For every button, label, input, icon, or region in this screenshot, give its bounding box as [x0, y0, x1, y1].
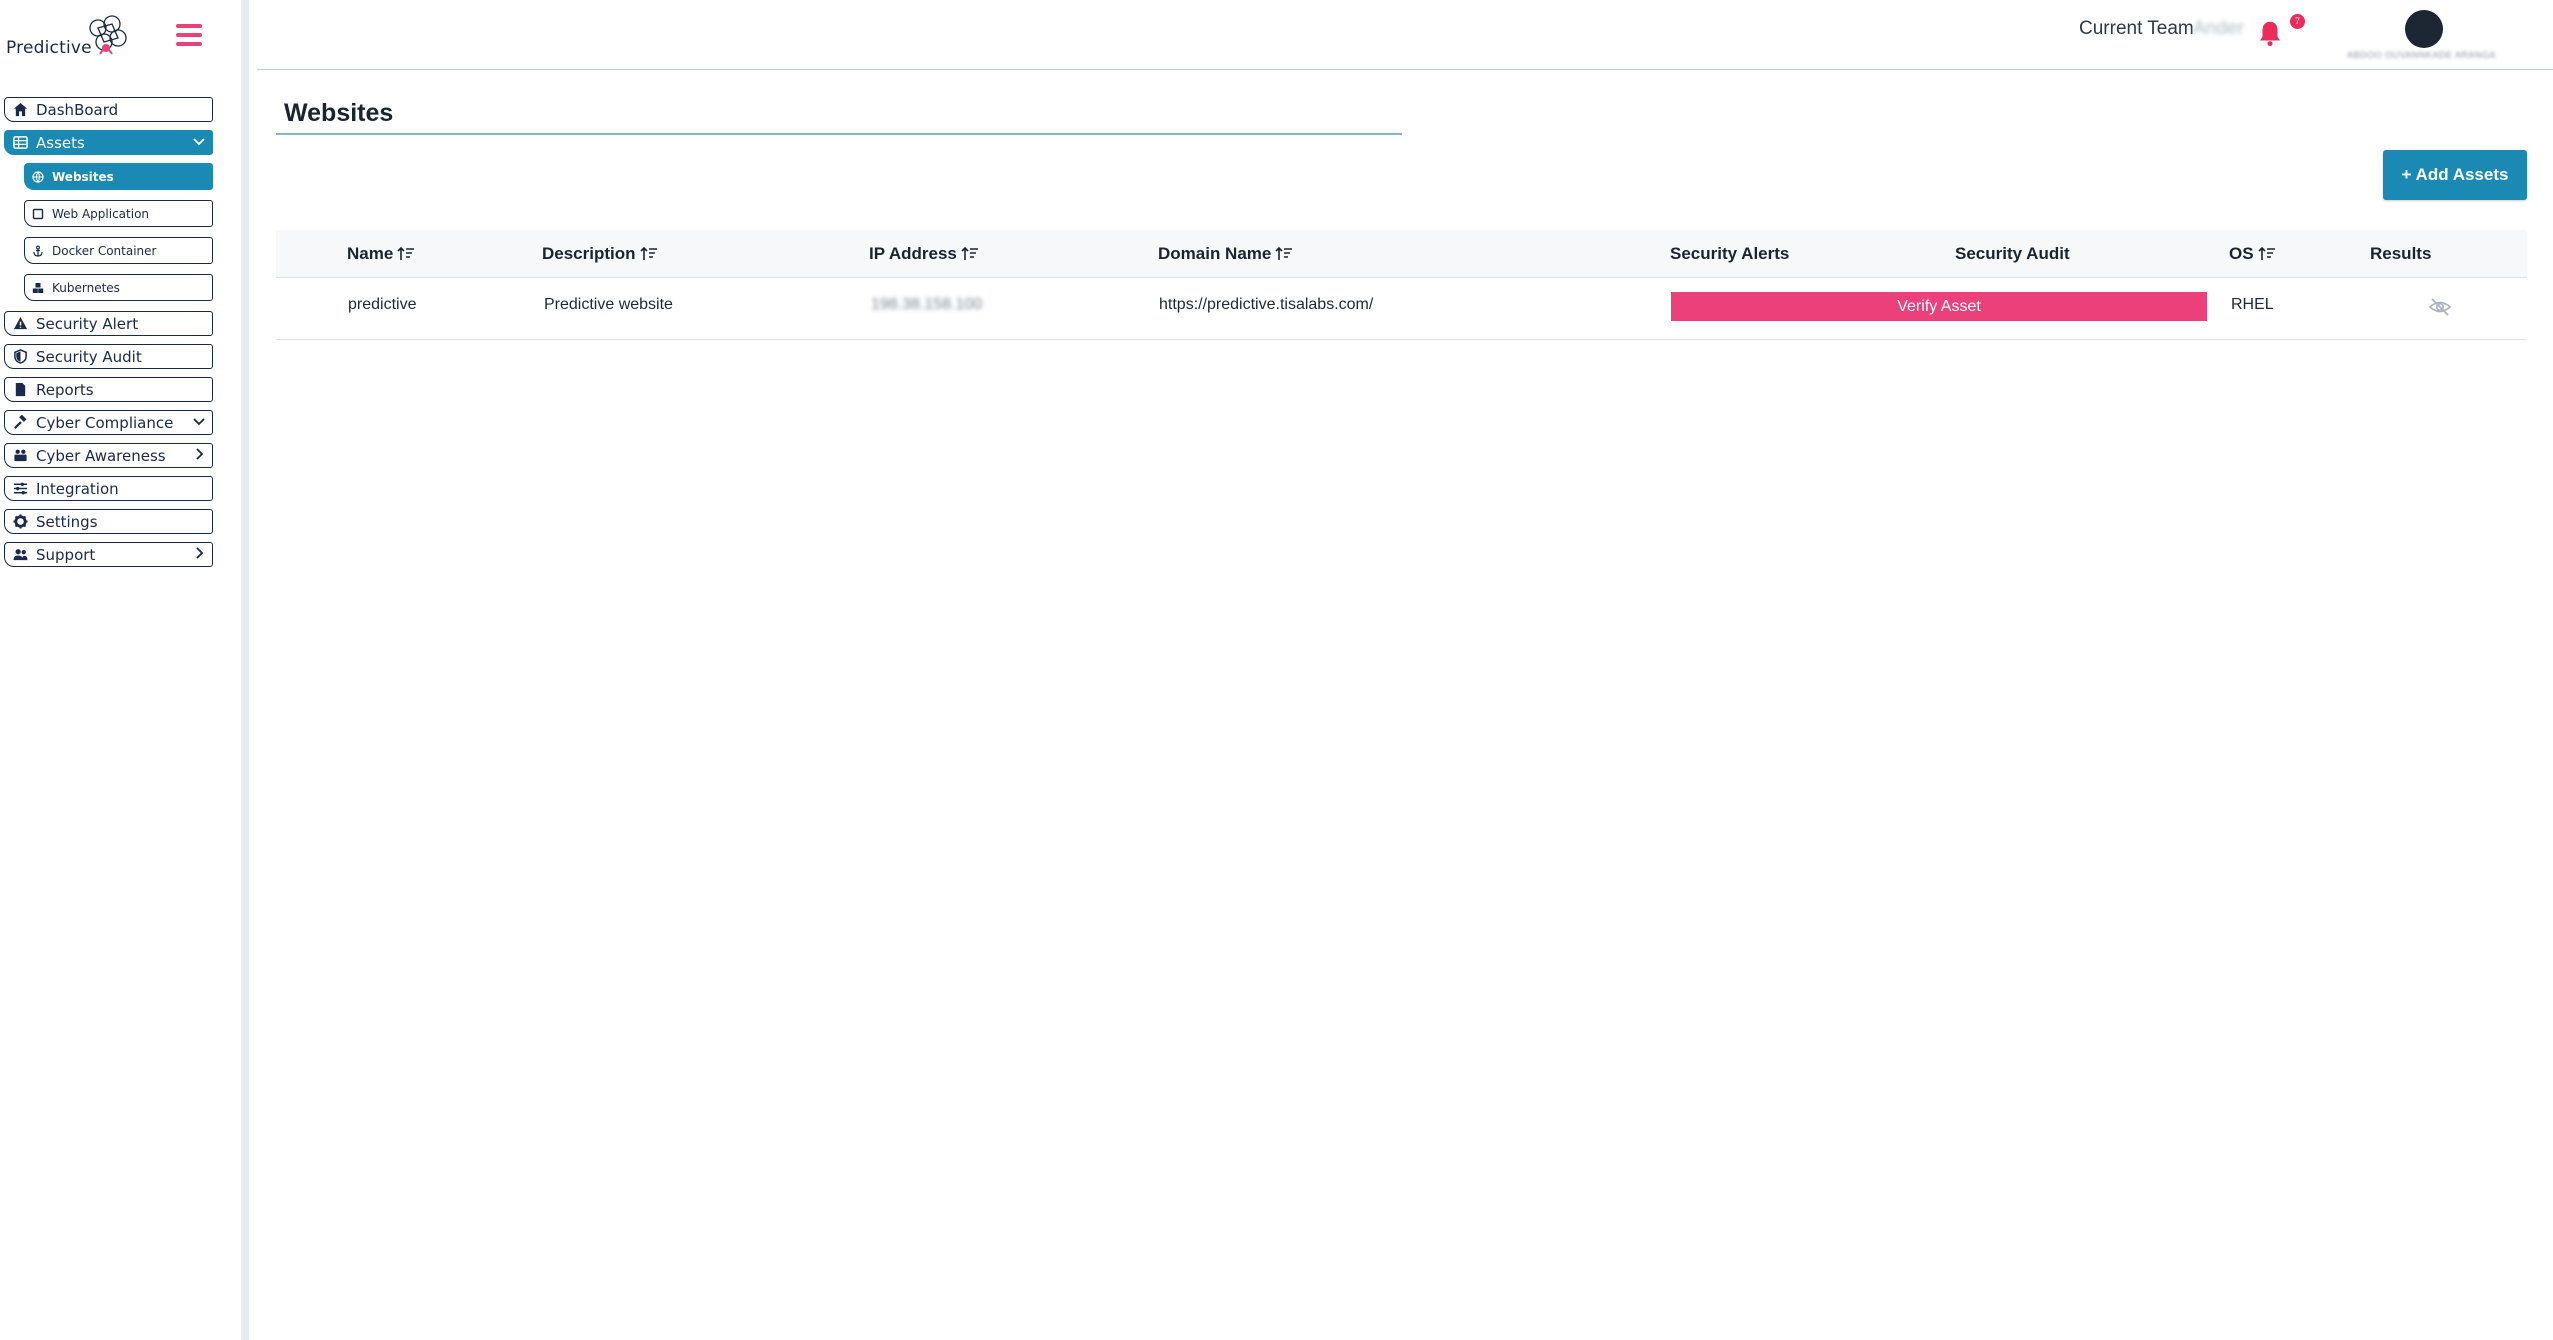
column-header-label: Results — [2370, 244, 2432, 263]
sidebar-item-label: Security Alert — [36, 314, 139, 333]
sidebar-item-cyber-awareness[interactable]: Cyber Awareness — [4, 443, 213, 468]
sidebar-item-cyber-compliance[interactable]: Cyber Compliance — [4, 410, 213, 435]
column-header-os[interactable]: OS — [2229, 244, 2276, 264]
sidebar-subitem-label: Web Application — [52, 206, 150, 221]
sidebar-item-label: Support — [36, 545, 96, 564]
sidebar-item-integration[interactable]: Integration — [4, 476, 213, 501]
sidebar-item-reports[interactable]: Reports — [4, 377, 213, 402]
column-header-label: Name — [347, 244, 394, 263]
anchor-icon — [30, 244, 46, 258]
sidebar-item-security-audit[interactable]: Security Audit — [4, 344, 213, 369]
column-header-label: Domain Name — [1158, 244, 1272, 263]
sort-icon[interactable] — [1275, 246, 1293, 262]
cell-domain-name: https://predictive.tisalabs.com/ — [1159, 296, 1374, 313]
sidebar-subitem-label: Kubernetes — [52, 280, 120, 295]
column-header-security-audit: Security Audit — [1955, 244, 2070, 264]
sidebar-item-label: DashBoard — [36, 100, 119, 119]
column-header-label: OS — [2229, 244, 2254, 263]
current-team-name[interactable]: Ander — [2193, 18, 2244, 40]
sidebar-item-label: Cyber Awareness — [36, 446, 166, 465]
column-header-label: Description — [542, 244, 636, 263]
page-title: Websites — [284, 99, 394, 127]
sidebar-nav: DashBoard Assets Websites Web Applicatio… — [4, 97, 213, 575]
sort-icon[interactable] — [397, 246, 415, 262]
people-icon — [10, 448, 30, 464]
file-icon — [10, 382, 30, 398]
sidebar-item-label: Integration — [36, 479, 119, 498]
column-header-ip-address[interactable]: IP Address — [869, 244, 979, 264]
add-assets-button[interactable]: + Add Assets — [2383, 150, 2527, 200]
brand-logo-icon — [89, 15, 127, 55]
chevron-right-icon — [192, 447, 206, 461]
table-icon — [10, 135, 30, 151]
gavel-icon — [10, 415, 30, 431]
sidebar-subitem-kubernetes[interactable]: Kubernetes — [24, 274, 213, 301]
sidebar-subitem-docker-container[interactable]: Docker Container — [24, 237, 213, 264]
sort-icon[interactable] — [2257, 246, 2276, 262]
title-divider — [276, 133, 1402, 135]
sidebar-item-label: Cyber Compliance — [36, 413, 174, 432]
user-avatar[interactable] — [2405, 10, 2443, 48]
sidebar: Predictive DashBoard Assets Websites Web… — [0, 0, 249, 1340]
sidebar-item-assets[interactable]: Assets — [4, 130, 213, 155]
notification-count-badge: 7 — [2290, 14, 2305, 29]
column-header-description[interactable]: Description — [542, 244, 658, 264]
home-icon — [10, 102, 30, 118]
sidebar-subitem-web-application[interactable]: Web Application — [24, 200, 213, 227]
chevron-down-icon — [192, 414, 206, 428]
sliders-icon — [10, 481, 30, 497]
sidebar-item-settings[interactable]: Settings — [4, 509, 213, 534]
assets-submenu: Websites Web Application Docker Containe… — [24, 163, 213, 301]
sidebar-item-label: Reports — [36, 380, 94, 399]
warning-icon — [10, 316, 30, 332]
notification-bell-icon[interactable] — [2255, 18, 2285, 48]
hamburger-menu-icon[interactable] — [176, 24, 202, 46]
sidebar-subitem-label: Docker Container — [52, 243, 157, 258]
users-icon — [10, 547, 30, 563]
brand-name: Predictive — [6, 38, 92, 58]
cell-ip-address: 198.38.158.100 — [871, 296, 983, 313]
shield-icon — [10, 349, 30, 365]
brand: Predictive — [0, 12, 249, 72]
sort-icon[interactable] — [961, 246, 979, 262]
sidebar-item-label: Settings — [36, 512, 98, 531]
globe-icon — [30, 170, 46, 184]
column-header-label: IP Address — [869, 244, 957, 263]
top-bar: Current Team Ander 7 ABDOO OUVANNKADE AR… — [257, 0, 2553, 70]
column-header-domain-name[interactable]: Domain Name — [1158, 244, 1293, 264]
sidebar-item-label: Security Audit — [36, 347, 142, 366]
sort-icon[interactable] — [639, 246, 658, 262]
sidebar-subitem-websites[interactable]: Websites — [24, 163, 213, 190]
eye-slash-icon[interactable] — [2428, 295, 2452, 319]
cell-description: Predictive website — [544, 296, 673, 313]
current-team-label: Current Team — [2079, 18, 2194, 39]
sidebar-subitem-label: Websites — [52, 169, 114, 184]
verify-asset-button[interactable]: Verify Asset — [1671, 292, 2207, 321]
column-header-name[interactable]: Name — [347, 244, 415, 264]
sidebar-item-label: Assets — [36, 133, 85, 152]
column-header-results: Results — [2370, 244, 2431, 264]
table-header: Name Description IP Address Domain Name … — [276, 230, 2527, 278]
cell-os: RHEL — [2231, 296, 2274, 313]
user-name: ABDOO OUVANNKADE ARANGA — [2347, 50, 2496, 60]
chevron-down-icon — [192, 134, 206, 148]
column-header-label: Security Audit — [1955, 244, 2070, 263]
sidebar-item-security-alert[interactable]: Security Alert — [4, 311, 213, 336]
window-icon — [30, 207, 46, 221]
column-header-security-alerts: Security Alerts — [1670, 244, 1789, 264]
table-row: predictive Predictive website 198.38.158… — [276, 278, 2527, 340]
sidebar-item-dashboard[interactable]: DashBoard — [4, 97, 213, 122]
chevron-right-icon — [192, 546, 206, 560]
cubes-icon — [30, 281, 46, 295]
column-header-label: Security Alerts — [1670, 244, 1790, 263]
sidebar-item-support[interactable]: Support — [4, 542, 213, 567]
gear-icon — [10, 514, 30, 530]
cell-name: predictive — [348, 296, 417, 313]
